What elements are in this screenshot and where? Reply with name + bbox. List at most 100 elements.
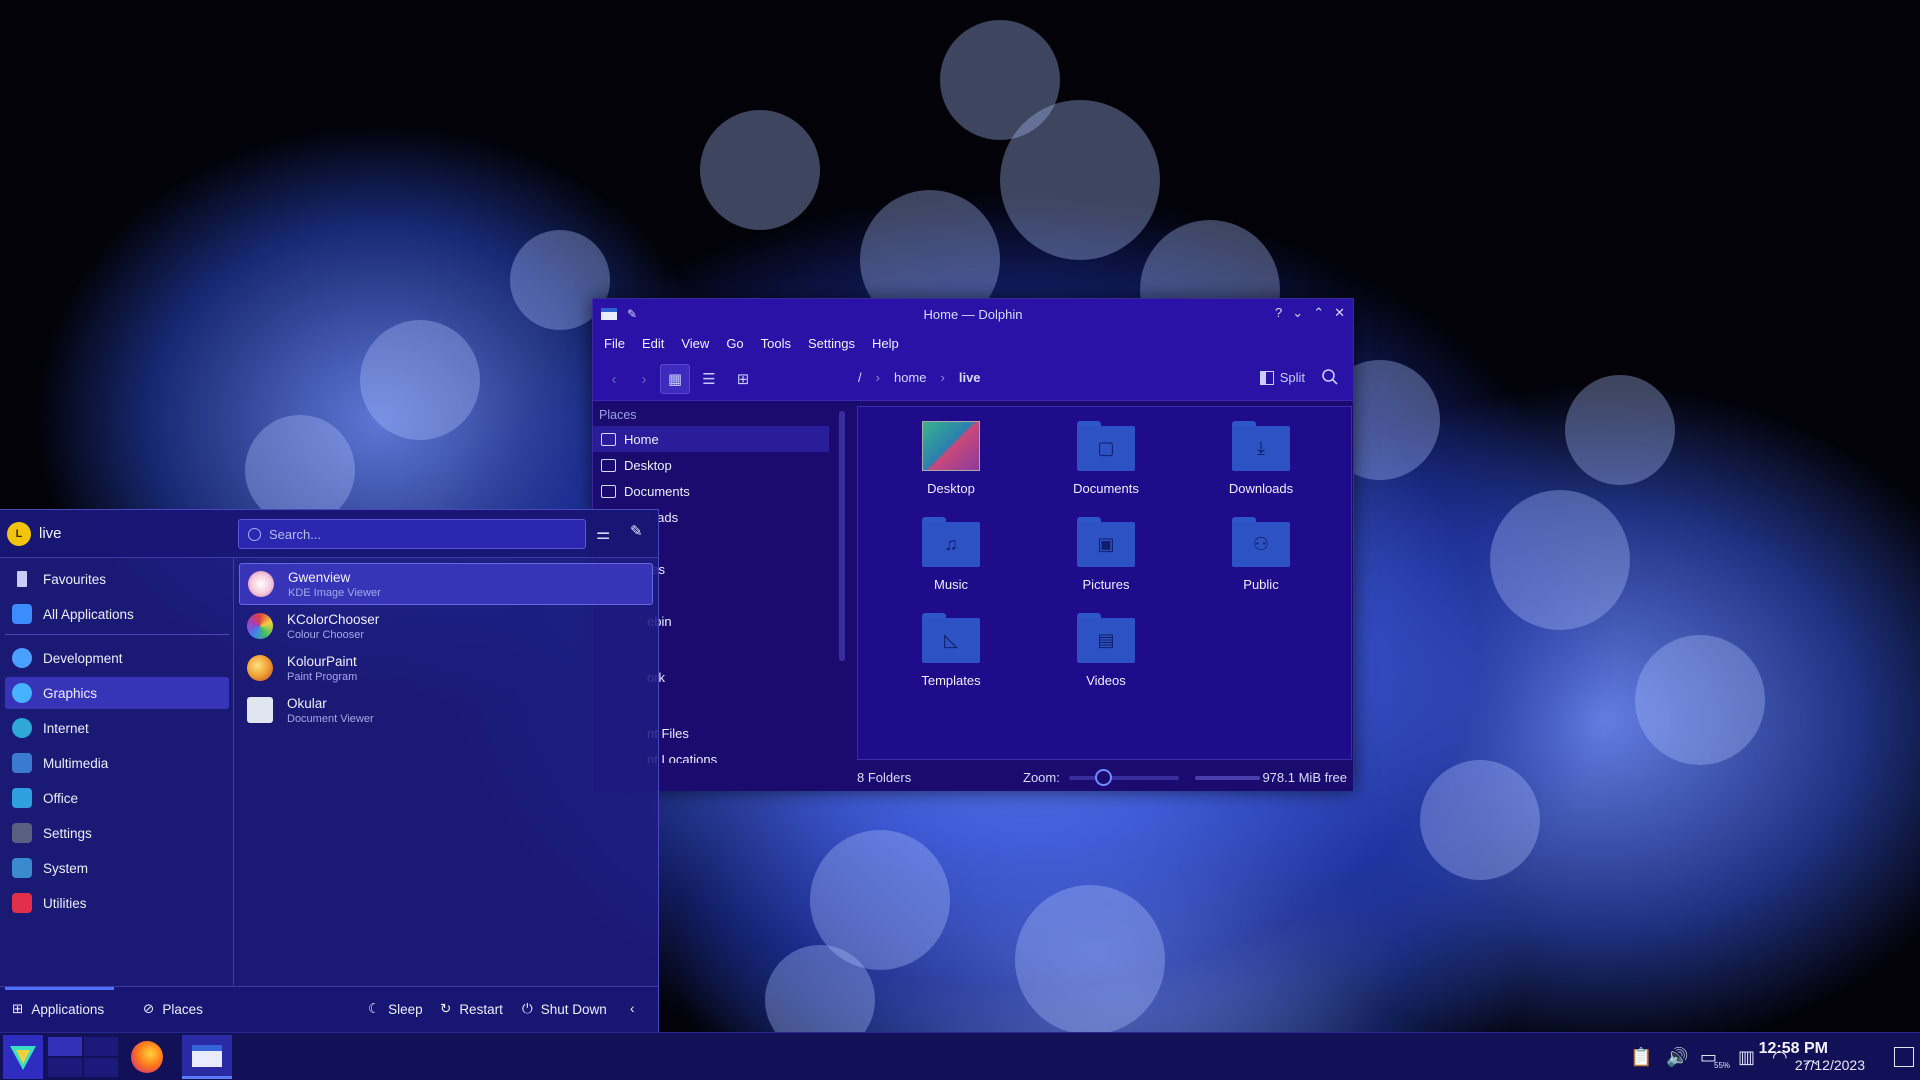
folder-item[interactable]: ⤓ Downloads	[1186, 421, 1336, 511]
application-list: Gwenview KDE Image Viewer KColorChooser Co…	[234, 558, 659, 986]
folder-name: Desktop	[927, 481, 975, 496]
kcolorchooser-icon	[247, 613, 273, 639]
virtual-desktop-pager[interactable]	[48, 1037, 118, 1077]
minimize-icon[interactable]: ⌄	[1292, 305, 1303, 321]
category-internet[interactable]: Internet	[5, 712, 229, 744]
category-graphics[interactable]: Graphics	[5, 677, 229, 709]
status-bar: 8 Folders Zoom: 978.1 MiB free	[593, 763, 1353, 791]
category-utilities[interactable]: Utilities	[5, 887, 229, 919]
places-scrollbar[interactable]	[839, 411, 845, 661]
split-view-icon	[1259, 370, 1274, 385]
desktop-2[interactable]	[84, 1037, 118, 1056]
menu-help[interactable]: Help	[872, 336, 899, 351]
desktop-thumb	[922, 421, 980, 471]
avatar[interactable]: L	[7, 522, 31, 546]
desktop-3[interactable]	[48, 1058, 82, 1077]
close-icon[interactable]: ✕	[1334, 305, 1345, 321]
search-field[interactable]	[238, 519, 586, 549]
app-okular[interactable]: Okular Document Viewer	[239, 689, 653, 731]
home-icon	[601, 432, 616, 446]
grid-icon: ⊞	[12, 1001, 24, 1016]
menu-edit[interactable]: Edit	[642, 336, 664, 351]
application-launcher-button[interactable]	[3, 1035, 43, 1079]
place-home[interactable]: Home	[593, 426, 829, 452]
app-description: Document Viewer	[287, 712, 374, 725]
zoom-slider-handle[interactable]	[1095, 769, 1112, 786]
removable-device-icon[interactable]: ▥	[1738, 1047, 1755, 1068]
button-label: Shut Down	[540, 1001, 607, 1017]
folder-item[interactable]: ◺ Templates	[876, 613, 1026, 703]
dolphin-task-button[interactable]	[182, 1035, 232, 1079]
folder-item[interactable]: ▢ Documents	[1031, 421, 1181, 511]
utilities-icon	[12, 893, 32, 913]
compact-view-icon[interactable]: ☰	[694, 364, 724, 394]
category-office[interactable]: Office	[5, 782, 229, 814]
pin-icon[interactable]: ✎	[627, 307, 637, 321]
multimedia-icon	[12, 753, 32, 773]
search-icon[interactable]	[1321, 368, 1339, 386]
dolphin-app-icon[interactable]	[601, 308, 617, 320]
folder-item[interactable]: ▤ Videos	[1031, 613, 1181, 703]
tab-applications[interactable]: ⊞ Applications	[12, 1001, 104, 1017]
clock-time[interactable]: 12:58 PM	[1759, 1040, 1828, 1058]
breadcrumb-root[interactable]: /	[858, 370, 862, 385]
menu-view[interactable]: View	[681, 336, 709, 351]
category-system[interactable]: System	[5, 852, 229, 884]
details-view-icon[interactable]: ⊞	[728, 364, 758, 394]
category-label: Development	[43, 650, 123, 666]
show-desktop-icon[interactable]	[1894, 1047, 1914, 1067]
leave-menu-button[interactable]: ‹	[630, 1001, 635, 1016]
split-button[interactable]: Split	[1259, 370, 1305, 385]
gwenview-icon	[248, 571, 274, 597]
search-input[interactable]	[269, 526, 569, 542]
flower-petal	[1565, 375, 1675, 485]
category-settings[interactable]: Settings	[5, 817, 229, 849]
folder-item[interactable]: ▣ Pictures	[1031, 517, 1181, 607]
app-gwenview[interactable]: Gwenview KDE Image Viewer	[239, 563, 653, 605]
window-titlebar[interactable]: ✎ Home — Dolphin ? ⌄ ⌃ ✕	[593, 299, 1353, 329]
desktop-4[interactable]	[84, 1058, 118, 1077]
app-kolourpaint[interactable]: KolourPaint Paint Program	[239, 647, 653, 689]
menu-file[interactable]: File	[604, 336, 625, 351]
sleep-icon: ☾	[368, 1001, 381, 1016]
place-documents[interactable]: Documents	[593, 478, 829, 504]
breadcrumb-home[interactable]: home	[894, 370, 927, 385]
category-development[interactable]: Development	[5, 642, 229, 674]
help-icon[interactable]: ?	[1275, 305, 1282, 321]
pin-icon[interactable]: ✎	[630, 522, 643, 540]
maximize-icon[interactable]: ⌃	[1313, 305, 1324, 321]
icons-view-icon[interactable]: ▦	[660, 364, 690, 394]
configure-filter-icon[interactable]: ⚌	[596, 524, 610, 544]
place-desktop[interactable]: Desktop	[593, 452, 829, 478]
back-arrow-icon[interactable]: ‹	[599, 364, 629, 394]
category-favourites[interactable]: Favourites	[5, 563, 229, 595]
battery-icon[interactable]: ▭ 55%	[1700, 1047, 1730, 1070]
category-all-applications[interactable]: All Applications	[5, 598, 229, 630]
forward-arrow-icon[interactable]: ›	[629, 364, 659, 394]
tab-places[interactable]: ⊘ Places	[143, 1001, 203, 1017]
folder-item[interactable]: ♫ Music	[876, 517, 1026, 607]
window-title: Home — Dolphin	[923, 306, 1023, 322]
menu-tools[interactable]: Tools	[761, 336, 791, 351]
videos-folder-icon: ▤	[1077, 613, 1135, 663]
folder-item[interactable]: Desktop	[876, 421, 1026, 511]
search-icon	[248, 527, 261, 541]
shutdown-button[interactable]: ⏻ Shut Down	[522, 1001, 607, 1017]
firefox-icon[interactable]	[131, 1041, 163, 1073]
clock-date[interactable]: 27/12/2023	[1795, 1057, 1865, 1073]
settings-icon	[12, 823, 32, 843]
menu-go[interactable]: Go	[726, 336, 743, 351]
menu-settings[interactable]: Settings	[808, 336, 855, 351]
toolbar: ‹ › ▦ ☰ ⊞ / › home › live Split	[593, 357, 1353, 401]
sleep-button[interactable]: ☾ Sleep	[368, 1001, 423, 1017]
zoom-slider-track[interactable]	[1069, 776, 1179, 780]
category-label: Multimedia	[43, 755, 109, 771]
category-multimedia[interactable]: Multimedia	[5, 747, 229, 779]
desktop-1[interactable]	[48, 1037, 82, 1056]
restart-button[interactable]: ↻ Restart	[440, 1001, 503, 1017]
breadcrumb-live[interactable]: live	[959, 370, 981, 385]
folder-item[interactable]: ⚇ Public	[1186, 517, 1336, 607]
app-kcolorchooser[interactable]: KColorChooser Colour Chooser	[239, 605, 653, 647]
clipboard-icon[interactable]: 📋	[1630, 1047, 1652, 1068]
volume-icon[interactable]: 🔊	[1666, 1047, 1688, 1068]
